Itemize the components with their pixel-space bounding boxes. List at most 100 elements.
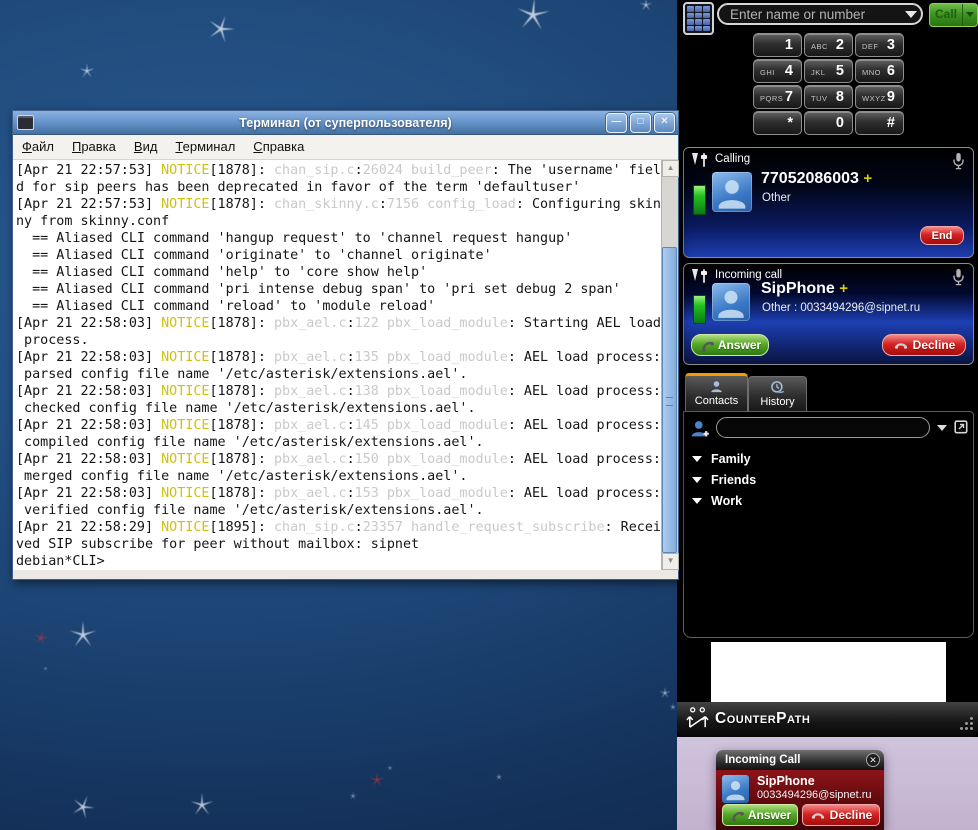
- dialpad-key-1[interactable]: 1: [753, 33, 802, 57]
- terminal-line: == Aliased CLI command 'hangup request' …: [16, 230, 661, 247]
- phone-handset-icon: [727, 806, 746, 825]
- microphone-icon[interactable]: [952, 268, 965, 291]
- terminal-scrollbar[interactable]: ▲ ▼: [661, 160, 678, 570]
- end-call-button[interactable]: End: [920, 226, 964, 245]
- popout-window-icon[interactable]: [954, 420, 968, 439]
- scrollbar-thumb[interactable]: [662, 247, 677, 553]
- popup-answer-button[interactable]: Answer: [722, 804, 798, 826]
- scroll-up-icon[interactable]: ▲: [662, 160, 679, 177]
- phone-handset-icon: [697, 336, 716, 355]
- terminal-line: [Apr 21 22:58:03] NOTICE[1878]: pbx_ael.…: [16, 383, 661, 400]
- dialpad-key-8[interactable]: TUV8: [804, 85, 853, 109]
- dialpad: 1ABC2DEF3 GHI4JKL5MNO6 PQRS7TUV8WXYZ9 *0#: [753, 33, 904, 135]
- contacts-person-icon: [709, 379, 724, 394]
- decline-button[interactable]: Decline: [882, 334, 966, 356]
- minimize-button[interactable]: —: [606, 113, 627, 133]
- tab-contacts[interactable]: Contacts: [685, 373, 748, 413]
- add-contact-plus-icon[interactable]: +: [863, 170, 872, 187]
- terminal-line: == Aliased CLI command 'originate' to 'c…: [16, 247, 661, 264]
- terminal-window-title: Терминал (от суперпользователя): [13, 116, 678, 130]
- add-contact-plus-icon[interactable]: +: [839, 280, 848, 297]
- terminal-line: == Aliased CLI command 'help' to 'core s…: [16, 264, 661, 281]
- terminal-titlebar[interactable]: Терминал (от суперпользователя) — □ ✕: [13, 111, 678, 135]
- dialpad-key-2[interactable]: ABC2: [804, 33, 853, 57]
- terminal-line: [Apr 21 22:58:29] NOTICE[1895]: chan_sip…: [16, 519, 661, 536]
- terminal-line: [Apr 21 22:57:53] NOTICE[1878]: chan_ski…: [16, 196, 661, 213]
- dial-input-dropdown-icon[interactable]: [905, 11, 917, 18]
- phone-handset-down-icon: [893, 340, 909, 350]
- popup-decline-button[interactable]: Decline: [802, 804, 880, 826]
- answer-button[interactable]: Answer: [691, 334, 769, 356]
- call-options-icon[interactable]: [962, 4, 976, 26]
- dialpad-key-3[interactable]: DEF3: [855, 33, 904, 57]
- terminal-output: [Apr 21 22:57:53] NOTICE[1878]: chan_sip…: [13, 160, 661, 570]
- scroll-down-icon[interactable]: ▼: [662, 553, 679, 570]
- terminal-window: Терминал (от суперпользователя) — □ ✕ Фа…: [12, 110, 679, 580]
- dialpad-toggle-icon[interactable]: [683, 2, 714, 35]
- terminal-line: debian*CLI>: [16, 553, 661, 570]
- resize-grip[interactable]: [957, 714, 973, 730]
- history-clock-icon: [770, 380, 785, 395]
- terminal-line: ved SIP subscribe for peer without mailb…: [16, 536, 661, 553]
- terminal-line: [Apr 21 22:57:53] NOTICE[1878]: chan_sip…: [16, 162, 661, 179]
- menu-item-terminal[interactable]: Терминал: [166, 135, 244, 159]
- speaker-volume-icon[interactable]: [691, 268, 713, 290]
- contact-group-family[interactable]: Family: [684, 448, 973, 469]
- contact-group-friends[interactable]: Friends: [684, 469, 973, 490]
- terminal-line: parsed config file name '/etc/asterisk/e…: [16, 366, 661, 383]
- terminal-line: [Apr 21 22:58:03] NOTICE[1878]: pbx_ael.…: [16, 451, 661, 468]
- add-contact-icon[interactable]: [690, 418, 711, 444]
- popup-caller-name: SipPhone: [757, 774, 815, 788]
- terminal-line: verified config file name '/etc/asterisk…: [16, 502, 661, 519]
- terminal-line: merged config file name '/etc/asterisk/e…: [16, 468, 661, 485]
- calling-detail: Other: [762, 192, 791, 204]
- maximize-button[interactable]: □: [630, 113, 651, 133]
- chevron-down-icon: [692, 477, 702, 483]
- dialpad-key-4[interactable]: GHI4: [753, 59, 802, 83]
- dial-input[interactable]: [717, 3, 923, 25]
- incoming-caller-detail: Other : 0033494296@sipnet.ru: [762, 302, 920, 314]
- call-button[interactable]: Call: [929, 3, 978, 27]
- close-button[interactable]: ✕: [654, 113, 675, 133]
- speaker-volume-icon[interactable]: [691, 152, 713, 174]
- dialpad-key-5[interactable]: JKL5: [804, 59, 853, 83]
- incoming-call-panel: Incoming call SipPhone + Other : 0033494…: [683, 263, 974, 365]
- calling-panel: Calling 77052086003 + Other End: [683, 147, 974, 258]
- dialpad-key-#[interactable]: #: [855, 111, 904, 135]
- counterpath-logo-icon: [685, 706, 710, 731]
- terminal-line: compiled config file name '/etc/asterisk…: [16, 434, 661, 451]
- terminal-line: ny from skinny.conf: [16, 213, 661, 230]
- terminal-line: d for sip peers has been deprecated in f…: [16, 179, 661, 196]
- menu-item-edit[interactable]: Правка: [63, 135, 125, 159]
- contact-search-input[interactable]: [716, 417, 930, 438]
- menu-item-help[interactable]: Справка: [244, 135, 313, 159]
- popup-titlebar[interactable]: Incoming Call ✕: [716, 750, 884, 770]
- audio-level-meter: [693, 295, 706, 324]
- dialpad-key-*[interactable]: *: [753, 111, 802, 135]
- popup-title: Incoming Call: [725, 754, 800, 766]
- dialpad-key-0[interactable]: 0: [804, 111, 853, 135]
- dialpad-key-6[interactable]: MNO6: [855, 59, 904, 83]
- ad-banner-placeholder: [711, 642, 946, 702]
- brand-bar: CounterPath: [677, 702, 978, 737]
- tab-history[interactable]: History: [748, 376, 807, 411]
- dialpad-key-9[interactable]: WXYZ9: [855, 85, 904, 109]
- terminal-line: checked config file name '/etc/asterisk/…: [16, 400, 661, 417]
- audio-level-meter: [693, 185, 706, 215]
- calling-panel-title: Calling: [715, 153, 750, 165]
- dialpad-key-7[interactable]: PQRS7: [753, 85, 802, 109]
- terminal-line: == Aliased CLI command 'pri intense debu…: [16, 281, 661, 298]
- contacts-panel: FamilyFriendsWork: [683, 411, 974, 638]
- search-dropdown-icon[interactable]: [937, 425, 947, 431]
- chevron-down-icon: [692, 456, 702, 462]
- phone-handset-down-icon: [810, 810, 826, 820]
- terminal-line: [Apr 21 22:58:03] NOTICE[1878]: pbx_ael.…: [16, 315, 661, 332]
- contact-group-work[interactable]: Work: [684, 490, 973, 511]
- terminal-line: [Apr 21 22:58:03] NOTICE[1878]: pbx_ael.…: [16, 349, 661, 366]
- menu-item-file[interactable]: Файл: [13, 135, 63, 159]
- popup-caller-address: 0033494296@sipnet.ru: [757, 789, 872, 801]
- popup-close-icon[interactable]: ✕: [866, 753, 880, 767]
- microphone-icon[interactable]: [952, 152, 965, 175]
- menu-item-view[interactable]: Вид: [125, 135, 167, 159]
- terminal-line: process.: [16, 332, 661, 349]
